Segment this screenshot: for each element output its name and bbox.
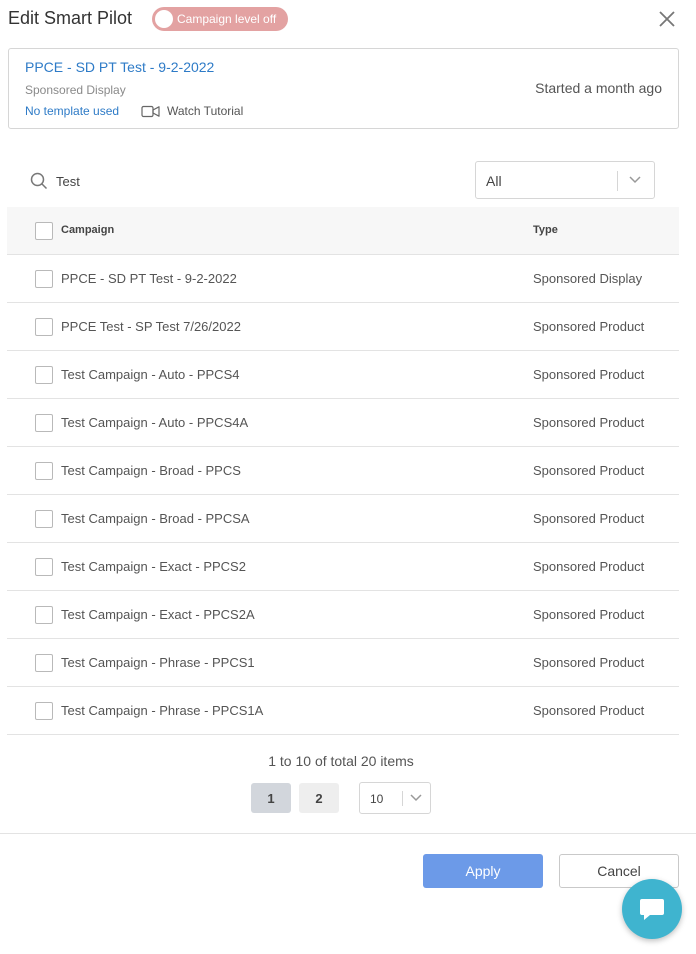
campaign-name-cell: Test Campaign - Phrase - PPCS1: [61, 655, 255, 670]
row-checkbox[interactable]: [35, 462, 53, 480]
row-checkbox[interactable]: [35, 414, 53, 432]
apply-button[interactable]: Apply: [423, 854, 543, 888]
search-box: [30, 168, 330, 194]
campaign-info-card: PPCE - SD PT Test - 9-2-2022 Sponsored D…: [8, 48, 679, 129]
type-filter-select[interactable]: All: [475, 161, 655, 199]
campaign-name-cell: Test Campaign - Auto - PPCS4A: [61, 415, 249, 430]
campaign-level-toggle[interactable]: Campaign level off: [152, 7, 288, 31]
header-type: Type: [533, 224, 558, 236]
row-checkbox[interactable]: [35, 366, 53, 384]
campaign-name-cell: Test Campaign - Auto - PPCS4: [61, 367, 240, 382]
campaign-name-cell: PPCE Test - SP Test 7/26/2022: [61, 319, 241, 334]
toggle-knob: [155, 10, 173, 28]
campaign-type-cell: Sponsored Display: [533, 271, 643, 286]
table-row: Test Campaign - Auto - PPCS4 Sponsored Pr…: [7, 351, 679, 399]
modal-title: Edit Smart Pilot: [8, 8, 133, 28]
table-row: Test Campaign - Exact - PPCS2A Sponsored …: [7, 591, 679, 639]
watch-tutorial-button[interactable]: Watch Tutorial: [141, 104, 243, 118]
modal-header: Edit Smart Pilot Campaign level off: [0, 0, 696, 38]
table-row: Test Campaign - Exact - PPCS2 Sponsored P…: [7, 543, 679, 591]
campaign-name-cell: PPCE - SD PT Test - 9-2-2022: [61, 271, 237, 286]
table-header: Campaign Type: [7, 207, 679, 255]
row-checkbox[interactable]: [35, 654, 53, 672]
search-input[interactable]: [56, 173, 306, 189]
table-row: Test Campaign - Phrase - PPCS1 Sponsored …: [7, 639, 679, 687]
page-size-value: 10: [370, 792, 384, 806]
campaign-type-cell: Sponsored Product: [533, 415, 645, 430]
campaign-name-cell: Test Campaign - Broad - PPCS: [61, 463, 241, 478]
campaign-name-link[interactable]: PPCE - SD PT Test - 9-2-2022: [25, 59, 214, 75]
campaign-type-cell: Sponsored Product: [533, 511, 645, 526]
chevron-down-icon: [629, 176, 641, 184]
page-button-2[interactable]: 2: [299, 783, 339, 813]
chevron-down-icon: [410, 794, 422, 802]
template-link[interactable]: No template used: [25, 104, 119, 118]
footer-divider: [0, 833, 696, 834]
chat-launcher[interactable]: [622, 879, 682, 939]
campaign-type-cell: Sponsored Product: [533, 703, 645, 718]
table-row: PPCE - SD PT Test - 9-2-2022 Sponsored Di…: [7, 255, 679, 303]
type-filter-value: All: [486, 173, 502, 189]
select-divider: [402, 791, 403, 806]
campaign-name-cell: Test Campaign - Broad - PPCSA: [61, 511, 250, 526]
page-size-select[interactable]: 10: [359, 782, 431, 814]
campaign-type-cell: Sponsored Product: [533, 319, 645, 334]
table-row: Test Campaign - Broad - PPCSA Sponsored P…: [7, 495, 679, 543]
watch-tutorial-label: Watch Tutorial: [167, 104, 244, 118]
select-all-checkbox[interactable]: [35, 222, 53, 240]
campaign-name-cell: Test Campaign - Phrase - PPCS1A: [61, 703, 264, 718]
header-campaign: Campaign: [61, 224, 115, 236]
table-row: Test Campaign - Broad - PPCS Sponsored Pr…: [7, 447, 679, 495]
select-divider: [617, 171, 618, 191]
campaign-type-cell: Sponsored Product: [533, 607, 645, 622]
toggle-label: Campaign level off: [177, 12, 277, 26]
campaign-name-cell: Test Campaign - Exact - PPCS2A: [61, 607, 255, 622]
row-checkbox[interactable]: [35, 318, 53, 336]
campaign-type-cell: Sponsored Product: [533, 367, 645, 382]
close-icon[interactable]: [657, 9, 677, 29]
table-row: Test Campaign - Phrase - PPCS1A Sponsored…: [7, 687, 679, 735]
started-time: Started a month ago: [535, 80, 662, 96]
campaign-type-cell: Sponsored Product: [533, 559, 645, 574]
campaign-type-cell: Sponsored Product: [533, 463, 645, 478]
row-checkbox[interactable]: [35, 270, 53, 288]
search-icon: [30, 172, 48, 190]
table-row: Test Campaign - Auto - PPCS4A Sponsored P…: [7, 399, 679, 447]
campaign-table: Campaign Type PPCE - SD PT Test - 9-2-20…: [7, 207, 679, 735]
campaign-type: Sponsored Display: [25, 83, 126, 97]
chat-icon: [640, 899, 664, 920]
row-checkbox[interactable]: [35, 606, 53, 624]
pagination-summary: 1 to 10 of total 20 items: [268, 753, 414, 769]
video-camera-icon: [141, 105, 160, 117]
row-checkbox[interactable]: [35, 558, 53, 576]
page-button-1[interactable]: 1: [251, 783, 291, 813]
row-checkbox[interactable]: [35, 702, 53, 720]
campaign-name-cell: Test Campaign - Exact - PPCS2: [61, 559, 246, 574]
table-row: PPCE Test - SP Test 7/26/2022 Sponsored P…: [7, 303, 679, 351]
campaign-type-cell: Sponsored Product: [533, 655, 645, 670]
row-checkbox[interactable]: [35, 510, 53, 528]
